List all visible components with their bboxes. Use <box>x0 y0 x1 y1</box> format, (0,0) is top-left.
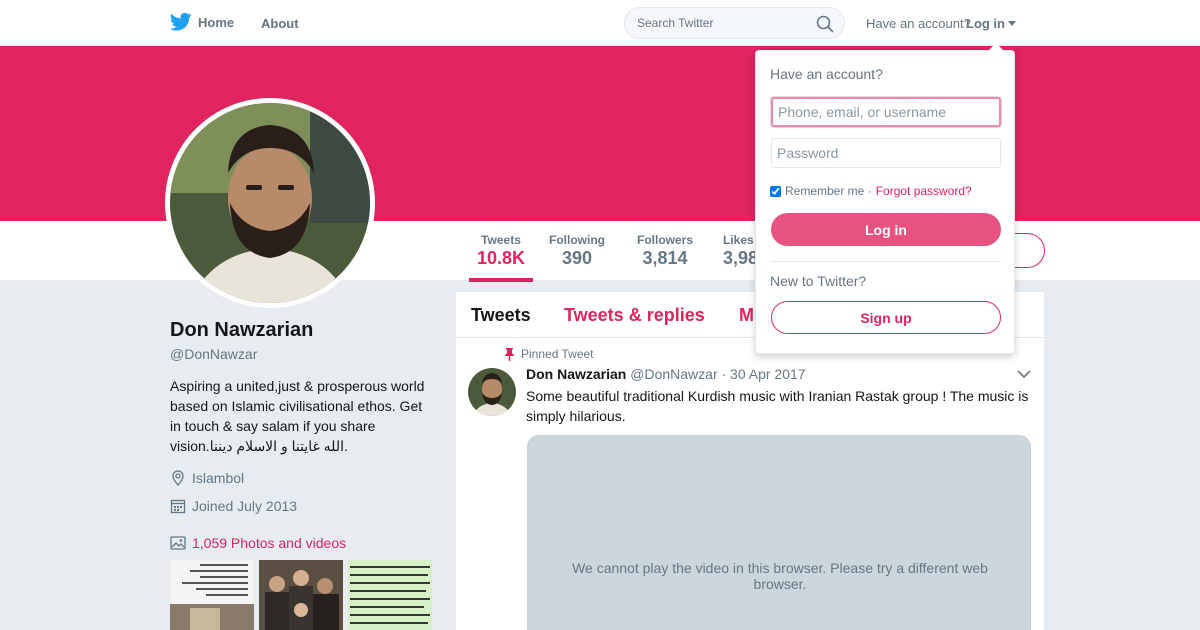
tweet-header: Don Nawzarian @DonNawzar · 30 Apr 2017 <box>526 366 806 382</box>
profile-handle[interactable]: @DonNawzar <box>170 346 257 362</box>
login-dropdown-toggle[interactable]: Log in <box>966 16 1016 31</box>
tweet-video[interactable]: We cannot play the video in this browser… <box>527 435 1031 630</box>
active-tab-indicator <box>469 278 533 282</box>
pinned-text: Pinned Tweet <box>521 347 594 361</box>
remember-row: Remember me · Forgot password? <box>770 184 972 198</box>
stat-tweets[interactable]: Tweets 10.8K <box>469 233 533 282</box>
password-field[interactable] <box>771 138 1001 168</box>
tab-tweets-replies[interactable]: Tweets & replies <box>564 305 705 326</box>
forgot-password-link[interactable]: Forgot password? <box>876 184 972 198</box>
signup-button[interactable]: Sign up <box>771 301 1001 334</box>
pinned-tweet-label: Pinned Tweet <box>504 347 594 361</box>
pin-icon <box>504 347 515 361</box>
avatar-image <box>170 103 370 303</box>
remember-me-checkbox[interactable] <box>770 185 781 197</box>
have-account-text: Have an account? <box>866 16 971 31</box>
location-text: Islambol <box>192 470 245 486</box>
photos-videos-label: 1,059 Photos and videos <box>192 535 347 551</box>
tweet-author[interactable]: Don Nawzarian <box>526 366 626 382</box>
username-field[interactable] <box>771 97 1001 127</box>
profile-joined: Joined July 2013 <box>170 498 297 514</box>
profile-location: Islambol <box>170 470 244 486</box>
tab-tweets[interactable]: Tweets <box>471 305 531 326</box>
tab-media[interactable]: M <box>739 305 754 326</box>
login-button[interactable]: Log in <box>771 213 1001 246</box>
stat-value: 10.8K <box>476 248 526 268</box>
video-unsupported-message: We cannot play the video in this browser… <box>572 560 988 592</box>
joined-text: Joined July 2013 <box>192 498 298 514</box>
photos-videos-link[interactable]: 1,059 Photos and videos <box>170 535 346 551</box>
tweet-avatar[interactable] <box>468 368 516 416</box>
stat-label: Followers <box>636 233 693 247</box>
tweet-handle[interactable]: @DonNawzar <box>630 366 717 382</box>
calendar-icon <box>170 499 186 514</box>
remember-me-label: Remember me · <box>785 184 872 198</box>
login-dropdown: Have an account? Remember me · Forgot pa… <box>755 43 1015 354</box>
dropdown-arrow <box>988 43 1004 51</box>
profile-avatar[interactable] <box>165 98 375 308</box>
caret-down-icon <box>1008 21 1016 26</box>
tweet-text: Some beautiful traditional Kurdish music… <box>526 388 1029 424</box>
tweet[interactable]: Pinned Tweet Don Nawzarian @DonNawzar · … <box>456 338 1044 630</box>
stat-value: 3,814 <box>642 248 688 268</box>
top-nav: Home About Have an account? Log in <box>0 0 1200 46</box>
search-input[interactable] <box>637 16 807 30</box>
image-icon <box>170 536 186 550</box>
nav-home[interactable]: Home <box>170 12 234 32</box>
stat-label: Tweets <box>481 233 521 247</box>
media-thumbnail[interactable] <box>348 560 432 630</box>
stat-label: Following <box>549 233 605 247</box>
stat-value: 390 <box>561 248 593 268</box>
nav-about[interactable]: About <box>261 16 299 31</box>
location-pin-icon <box>172 470 184 486</box>
profile-name[interactable]: Don Nawzarian <box>170 319 313 342</box>
new-to-twitter-text: New to Twitter? <box>770 273 867 289</box>
media-thumbnail[interactable] <box>259 560 343 630</box>
divider <box>770 261 1001 262</box>
media-thumbnails <box>170 560 432 630</box>
twitter-bird-icon <box>170 12 192 31</box>
dropdown-title: Have an account? <box>770 66 883 82</box>
nav-home-label: Home <box>198 14 235 30</box>
login-toggle-label: Log in <box>966 16 1005 31</box>
profile-bio: Aspiring a united,just & prosperous worl… <box>170 378 425 454</box>
stat-following[interactable]: Following 390 <box>545 233 609 269</box>
media-thumbnail[interactable] <box>170 560 254 630</box>
search-icon[interactable] <box>816 15 834 33</box>
chevron-down-icon[interactable] <box>1017 369 1031 379</box>
search-box <box>624 7 845 39</box>
stat-followers[interactable]: Followers 3,814 <box>633 233 697 269</box>
tweet-date[interactable]: · 30 Apr 2017 <box>722 366 806 382</box>
